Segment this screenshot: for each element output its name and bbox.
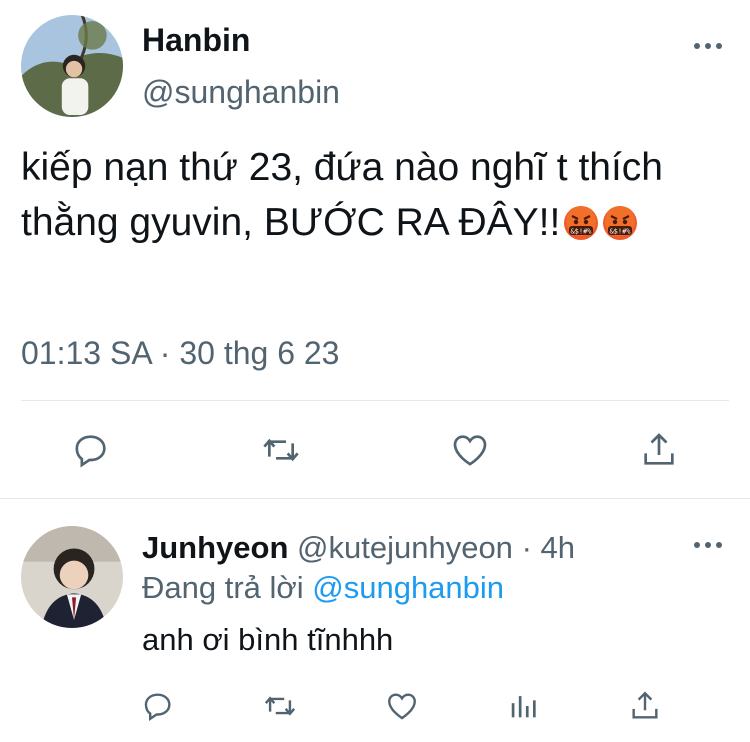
author-handle[interactable]: @sunghanbin <box>142 74 340 111</box>
reply-time[interactable]: · 4h <box>522 530 575 565</box>
share-icon[interactable] <box>637 428 681 472</box>
reply-author-avatar[interactable] <box>21 526 123 628</box>
more-options-icon[interactable] <box>694 42 722 50</box>
replying-mention[interactable]: @sunghanbin <box>312 570 504 605</box>
face-with-symbols-on-mouth-emoji: &$!#% <box>563 205 599 241</box>
reply-icon[interactable] <box>140 688 176 724</box>
svg-text:&$!#%: &$!#% <box>610 228 632 236</box>
share-icon[interactable] <box>627 688 663 724</box>
face-with-symbols-on-mouth-emoji: &$!#% <box>602 205 638 241</box>
divider <box>21 400 729 401</box>
analytics-icon[interactable] <box>505 688 541 724</box>
tweet-text: kiếp nạn thứ 23, đứa nào nghĩ t thích th… <box>21 140 721 250</box>
retweet-icon[interactable] <box>259 428 303 472</box>
more-options-icon[interactable] <box>694 541 722 549</box>
author-name[interactable]: Hanbin <box>142 22 250 59</box>
reply-text: anh ơi bình tĩnhhh <box>142 622 394 657</box>
like-icon[interactable] <box>448 428 492 472</box>
reply-author-name[interactable]: Junhyeon <box>142 530 288 565</box>
retweet-icon[interactable] <box>262 688 298 724</box>
reply-icon[interactable] <box>69 428 113 472</box>
reply-author-handle[interactable]: @kutejunhyeon <box>297 530 513 565</box>
author-avatar[interactable] <box>21 15 123 117</box>
like-icon[interactable] <box>384 688 420 724</box>
reply-header: Junhyeon @kutejunhyeon · 4h <box>142 530 575 566</box>
tweet-separator <box>0 498 750 499</box>
replying-prefix: Đang trả lời <box>142 570 304 605</box>
main-tweet: Hanbin @sunghanbin kiếp nạn thứ 23, đứa … <box>0 0 750 498</box>
tweet-timestamp[interactable]: 01:13 SA · 30 thg 6 23 <box>21 335 339 372</box>
replying-to: Đang trả lời @sunghanbin <box>142 570 504 606</box>
svg-text:&$!#%: &$!#% <box>571 228 593 236</box>
